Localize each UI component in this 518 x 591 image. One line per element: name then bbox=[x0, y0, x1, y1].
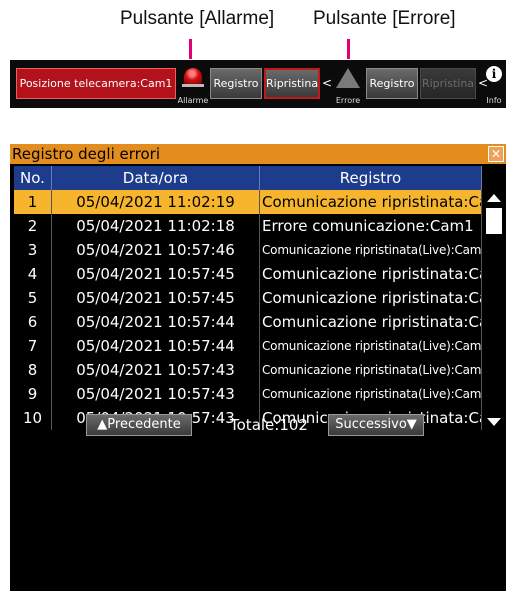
alarm-button-callout: Pulsante [Allarme] bbox=[120, 8, 275, 29]
alarm-lamp-base bbox=[182, 84, 204, 87]
table-row[interactable]: 5 05/04/2021 10:57:45 Comunicazione ripr… bbox=[14, 286, 482, 310]
row-log: Comunicazione ripristinata(Live):Cam4 bbox=[260, 238, 482, 262]
camera-position-button[interactable]: Posizione telecamera:Cam1 bbox=[16, 68, 176, 99]
column-header-log: Registro bbox=[260, 166, 482, 190]
row-datetime: 05/04/2021 10:57:45 bbox=[52, 286, 260, 310]
dialog-title-bar: Registro degli errori ✕ bbox=[10, 144, 506, 164]
row-log: Comunicazione ripristinata:Cam3 bbox=[260, 286, 482, 310]
row-log: Errore comunicazione:Cam1 bbox=[260, 214, 482, 238]
error-label: Errore bbox=[335, 96, 361, 105]
table-row[interactable]: 2 05/04/2021 11:02:18 Errore comunicazio… bbox=[14, 214, 482, 238]
table-row[interactable]: 7 05/04/2021 10:57:44 Comunicazione ripr… bbox=[14, 334, 482, 358]
table-row[interactable]: 1 05/04/2021 11:02:19 Comunicazione ripr… bbox=[14, 190, 482, 214]
pager: ▲Precedente Totale:102 Successivo▼ bbox=[10, 410, 506, 438]
next-page-button[interactable]: Successivo▼ bbox=[328, 414, 424, 436]
row-datetime: 05/04/2021 10:57:45 bbox=[52, 262, 260, 286]
row-number: 8 bbox=[14, 358, 52, 382]
table-row[interactable]: 9 05/04/2021 10:57:43 Comunicazione ripr… bbox=[14, 382, 482, 406]
row-log: Comunicazione ripristinata(Live):Cam2 bbox=[260, 358, 482, 382]
table-scrollbar[interactable] bbox=[484, 190, 504, 430]
error-log-button[interactable]: Registro bbox=[366, 68, 418, 99]
column-header-no: No. bbox=[14, 166, 52, 190]
info-label: Info bbox=[486, 96, 502, 105]
row-number: 2 bbox=[14, 214, 52, 238]
row-datetime: 05/04/2021 10:57:46 bbox=[52, 238, 260, 262]
table-row[interactable]: 4 05/04/2021 10:57:45 Comunicazione ripr… bbox=[14, 262, 482, 286]
table-row[interactable]: 3 05/04/2021 10:57:46 Comunicazione ripr… bbox=[14, 238, 482, 262]
row-number: 7 bbox=[14, 334, 52, 358]
table-row[interactable]: 8 05/04/2021 10:57:43 Comunicazione ripr… bbox=[14, 358, 482, 382]
previous-page-button[interactable]: ▲Precedente bbox=[86, 414, 192, 436]
alarm-reset-button[interactable]: Ripristina bbox=[264, 68, 320, 99]
scroll-up-icon[interactable] bbox=[487, 194, 501, 202]
error-triangle-icon bbox=[336, 68, 360, 88]
row-number: 1 bbox=[14, 190, 52, 214]
row-log: Comunicazione ripristinata:Cam1 bbox=[260, 190, 482, 214]
row-datetime: 05/04/2021 10:57:44 bbox=[52, 310, 260, 334]
error-callout-marker bbox=[347, 39, 350, 59]
alarm-log-button[interactable]: Registro bbox=[210, 68, 262, 99]
row-datetime: 05/04/2021 10:57:43 bbox=[52, 358, 260, 382]
column-header-datetime: Data/ora bbox=[52, 166, 260, 190]
error-log-window: Registro degli errori ✕ No. Data/ora Reg… bbox=[10, 144, 506, 444]
row-log: Comunicazione ripristinata:Cam4 bbox=[260, 310, 482, 334]
row-datetime: 05/04/2021 11:02:19 bbox=[52, 190, 260, 214]
row-log: Comunicazione ripristinata:Cam1 bbox=[260, 262, 482, 286]
error-button-callout: Pulsante [Errore] bbox=[313, 8, 456, 29]
alarm-callout-marker bbox=[189, 39, 192, 59]
alarm-button[interactable]: Allarme bbox=[178, 63, 208, 105]
table-row[interactable]: 6 05/04/2021 10:57:44 Comunicazione ripr… bbox=[14, 310, 482, 334]
total-count: Totale:102 bbox=[230, 416, 308, 434]
row-number: 6 bbox=[14, 310, 52, 334]
row-log: Comunicazione ripristinata(Live):Cam1 bbox=[260, 382, 482, 406]
row-number: 5 bbox=[14, 286, 52, 310]
error-reset-button[interactable]: Ripristina bbox=[420, 68, 476, 99]
row-datetime: 05/04/2021 10:57:43 bbox=[52, 382, 260, 406]
info-icon: i bbox=[486, 66, 502, 82]
close-icon[interactable]: ✕ bbox=[488, 146, 504, 162]
status-toolbar: Posizione telecamera:Cam1 Allarme Regist… bbox=[10, 60, 506, 108]
scrollbar-thumb[interactable] bbox=[486, 208, 502, 234]
alarm-lamp-icon bbox=[184, 68, 202, 84]
row-number: 3 bbox=[14, 238, 52, 262]
error-log-dialog bbox=[10, 424, 506, 591]
row-datetime: 05/04/2021 11:02:18 bbox=[52, 214, 260, 238]
alarm-collapse-chevron-icon[interactable]: < bbox=[322, 76, 332, 90]
error-button[interactable]: Errore bbox=[333, 63, 363, 105]
dialog-title: Registro degli errori bbox=[12, 145, 161, 163]
row-log: Comunicazione ripristinata(Live):Cam3 bbox=[260, 334, 482, 358]
alarm-label: Allarme bbox=[177, 96, 209, 105]
row-number: 4 bbox=[14, 262, 52, 286]
row-datetime: 05/04/2021 10:57:44 bbox=[52, 334, 260, 358]
info-button[interactable]: i Info bbox=[482, 63, 506, 105]
row-number: 9 bbox=[14, 382, 52, 406]
